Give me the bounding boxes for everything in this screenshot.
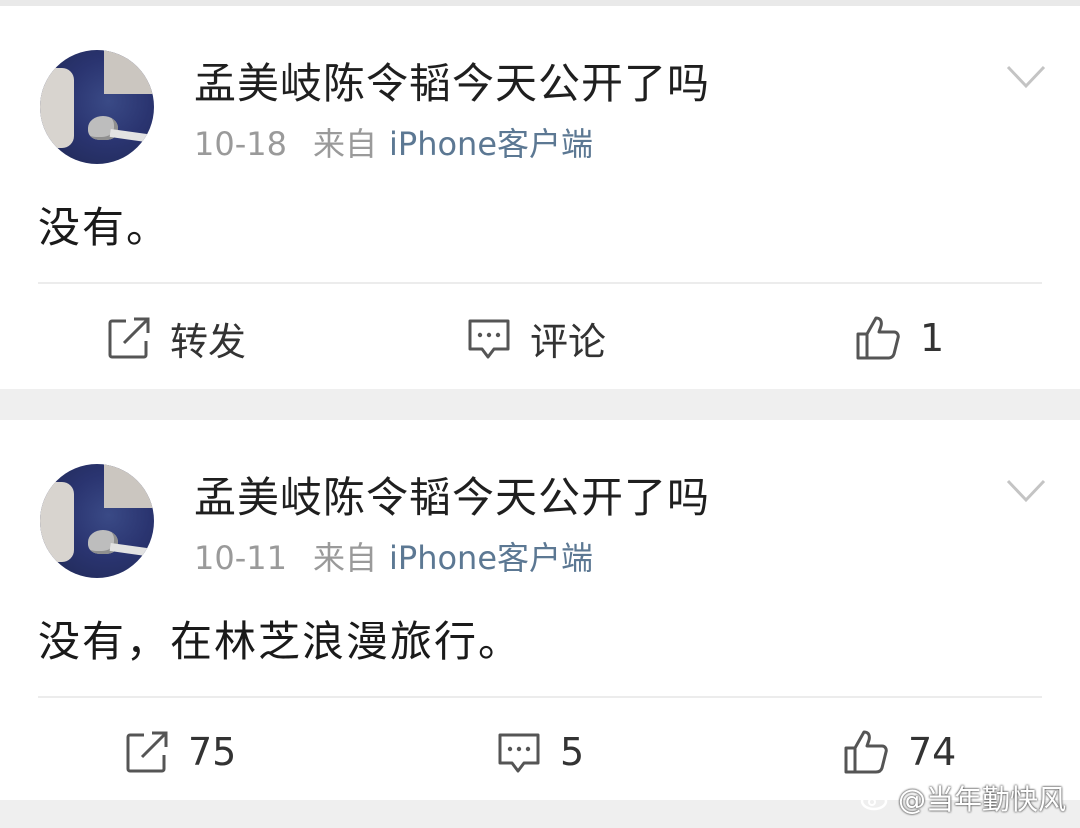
chevron-down-icon[interactable] — [1006, 64, 1046, 90]
divider — [38, 282, 1042, 284]
thumbs-up-icon — [856, 316, 900, 360]
comment-icon — [468, 319, 510, 359]
username[interactable]: 孟美岐陈令韬今天公开了吗 — [194, 56, 710, 112]
like-button[interactable]: 74 — [842, 720, 956, 784]
post-actions: 转发 评论 1 — [0, 306, 1080, 370]
repost-button[interactable]: 75 — [124, 720, 236, 784]
watermark-text: @当年勤快风 — [897, 783, 1066, 816]
username[interactable]: 孟美岐陈令韬今天公开了吗 — [194, 470, 710, 526]
avatar[interactable] — [40, 464, 154, 578]
source-device-link[interactable]: iPhone客户端 — [389, 122, 593, 166]
comment-count: 5 — [560, 730, 585, 774]
post-actions: 75 5 74 — [0, 720, 1080, 784]
source-label: 来自 — [312, 539, 377, 577]
post-source: 来自 iPhone客户端 — [313, 536, 593, 580]
post-source: 来自 iPhone客户端 — [313, 122, 593, 166]
avatar-photo-detail — [109, 128, 154, 144]
like-button[interactable]: 1 — [854, 306, 944, 370]
divider — [38, 696, 1042, 698]
avatar-photo-detail — [109, 542, 154, 558]
avatar-photo-detail — [104, 50, 154, 94]
post-text: 没有，在林芝浪漫旅行。 — [38, 617, 523, 666]
like-count: 1 — [920, 316, 945, 360]
avatar-photo-detail — [40, 482, 74, 562]
comment-label: 评论 — [530, 319, 607, 364]
source-device-link[interactable]: iPhone客户端 — [389, 536, 593, 580]
avatar-photo-detail — [104, 464, 154, 508]
weibo-logo-icon — [860, 787, 894, 811]
repost-icon — [108, 317, 150, 359]
post-date: 10-11 — [194, 539, 287, 577]
post-text: 没有。 — [38, 203, 171, 252]
post-meta: 10-18 来自 iPhone客户端 — [194, 122, 593, 166]
post-meta: 10-11 来自 iPhone客户端 — [194, 536, 593, 580]
repost-button[interactable]: 转发 — [106, 306, 246, 370]
avatar-photo-detail — [40, 68, 74, 148]
like-count: 74 — [908, 730, 957, 774]
repost-count: 75 — [188, 730, 237, 774]
comment-icon — [498, 733, 540, 773]
chevron-down-icon[interactable] — [1006, 478, 1046, 504]
repost-icon — [126, 731, 168, 773]
watermark: @当年勤快风 — [860, 778, 1066, 818]
post-card[interactable]: 孟美岐陈令韬今天公开了吗 10-18 来自 iPhone客户端 没有。 转发 评… — [0, 6, 1080, 389]
repost-label: 转发 — [170, 319, 247, 364]
avatar[interactable] — [40, 50, 154, 164]
thumbs-up-icon — [844, 730, 888, 774]
comment-button[interactable]: 评论 — [466, 306, 606, 370]
comment-button[interactable]: 5 — [496, 720, 584, 784]
post-date: 10-18 — [194, 125, 287, 163]
source-label: 来自 — [312, 125, 377, 163]
post-card[interactable]: 孟美岐陈令韬今天公开了吗 10-11 来自 iPhone客户端 没有，在林芝浪漫… — [0, 420, 1080, 800]
